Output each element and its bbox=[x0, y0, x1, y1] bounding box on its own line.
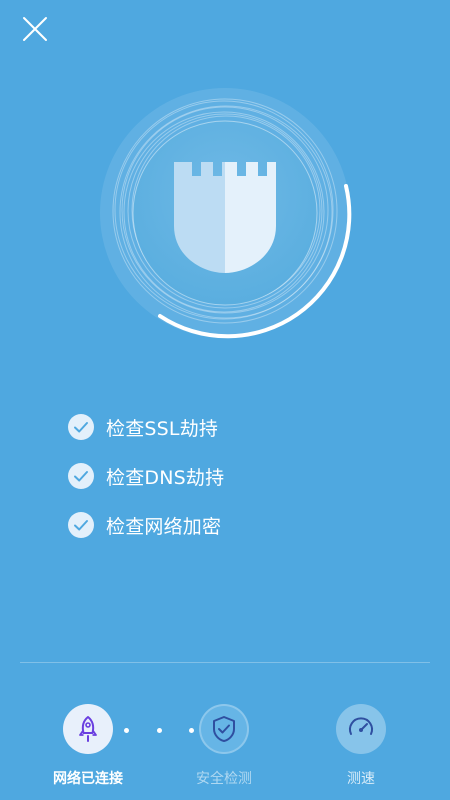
speedometer-icon bbox=[349, 717, 373, 735]
close-icon bbox=[23, 17, 47, 41]
step-circle bbox=[63, 704, 113, 754]
castle-shield-icon bbox=[174, 162, 276, 273]
rocket-icon bbox=[79, 716, 97, 742]
checkmark-icon bbox=[68, 414, 94, 440]
step-circle bbox=[199, 704, 249, 754]
step-network-connected[interactable]: 网络已连接 bbox=[38, 704, 138, 788]
step-label: 网络已连接 bbox=[53, 771, 123, 787]
check-label: 检查网络加密 bbox=[106, 515, 222, 538]
check-item-encryption: 检查网络加密 bbox=[68, 510, 224, 540]
shield-check-icon bbox=[213, 716, 235, 742]
checkmark-icon bbox=[68, 512, 94, 538]
check-item-ssl: 检查SSL劫持 bbox=[68, 412, 224, 442]
scan-progress-ring bbox=[98, 86, 352, 340]
check-label: 检查DNS劫持 bbox=[106, 466, 225, 489]
check-list: 检查SSL劫持 检查DNS劫持 检查网络加密 bbox=[68, 412, 224, 559]
step-label: 安全检测 bbox=[196, 771, 252, 787]
step-security-check[interactable]: 安全检测 bbox=[174, 704, 274, 788]
checkmark-icon bbox=[68, 463, 94, 489]
step-label: 测速 bbox=[347, 771, 375, 787]
divider bbox=[20, 662, 430, 663]
check-label: 检查SSL劫持 bbox=[106, 417, 219, 440]
check-item-dns: 检查DNS劫持 bbox=[68, 461, 224, 491]
close-button[interactable] bbox=[14, 8, 54, 48]
step-speed-test[interactable]: 测速 bbox=[311, 704, 411, 788]
step-circle bbox=[336, 704, 386, 754]
